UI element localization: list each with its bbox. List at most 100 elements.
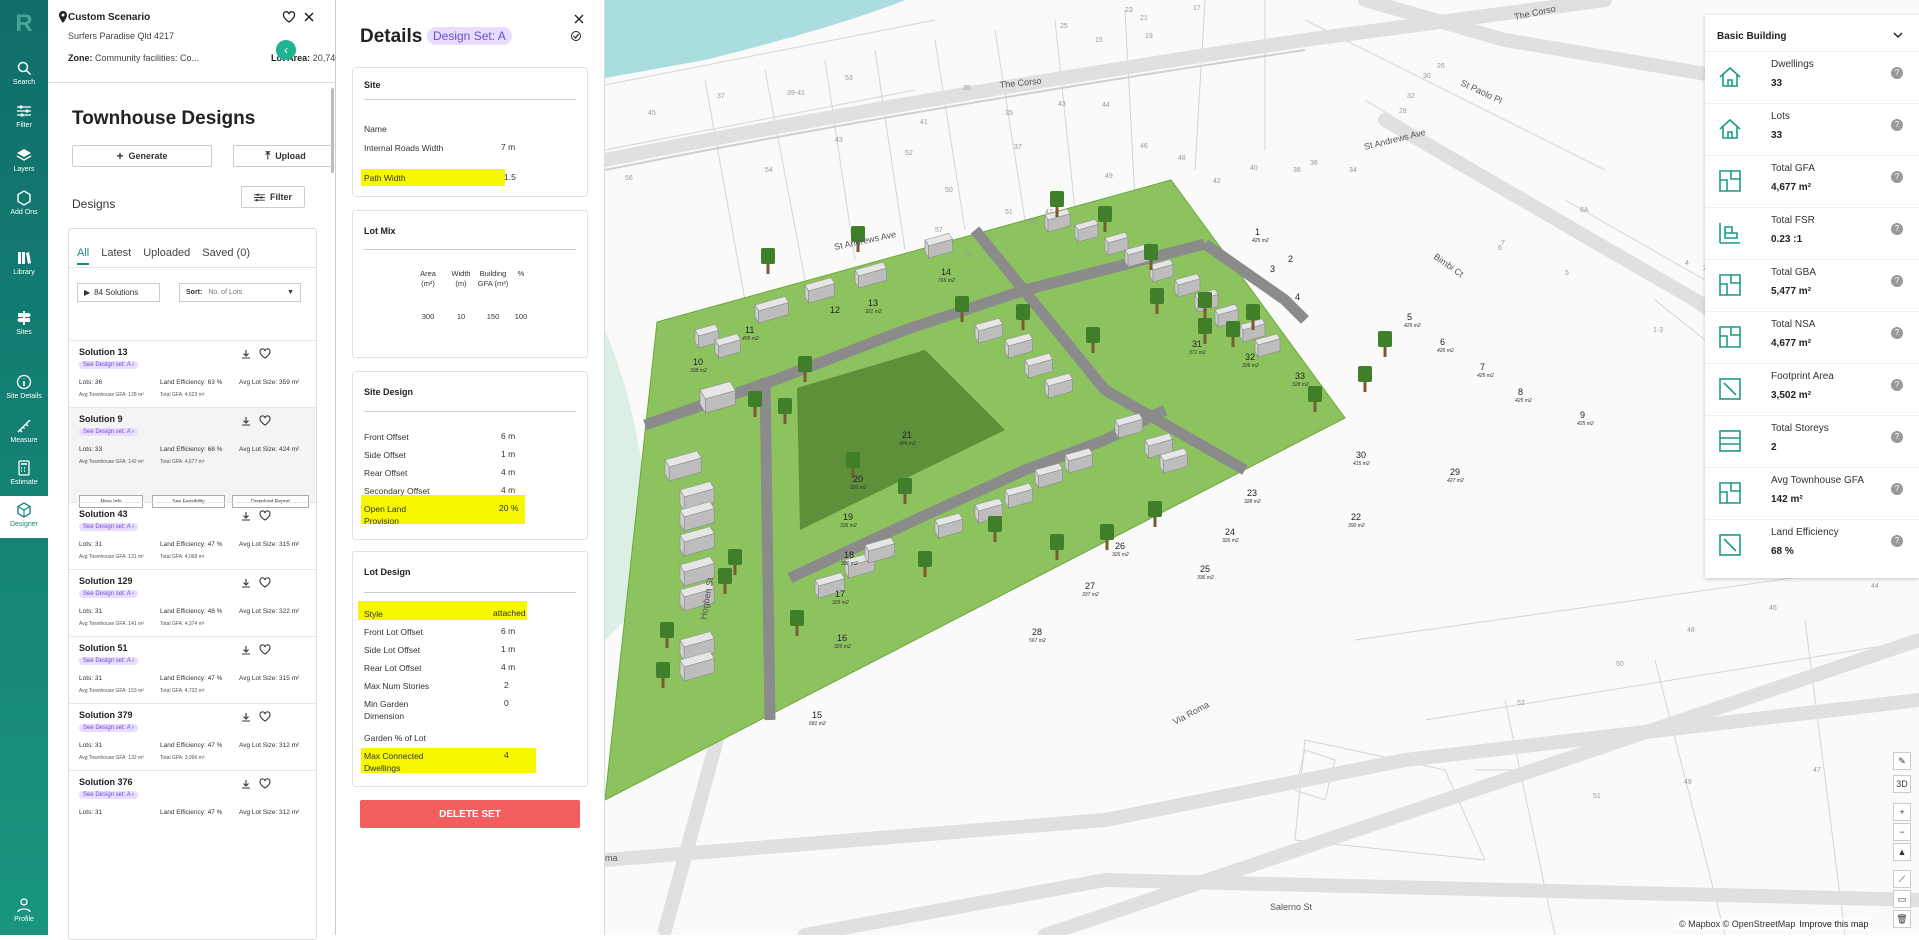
design-set-badge[interactable]: See Design set: A ›: [79, 523, 139, 531]
download-icon[interactable]: [241, 511, 251, 521]
lot-number[interactable]: 15: [812, 710, 822, 720]
lot-number[interactable]: 22: [1351, 512, 1361, 522]
solution-item[interactable]: Solution 9 See Design set: A › Lots: 33 Lan…: [69, 407, 316, 508]
help-icon[interactable]: ?: [1891, 483, 1903, 495]
solution-item[interactable]: Solution 379 See Design set: A › Lots: 31 L…: [69, 703, 316, 770]
lot-number[interactable]: 24: [1225, 527, 1235, 537]
lot-number[interactable]: 14: [941, 267, 951, 277]
generate-button[interactable]: + Generate: [72, 145, 212, 167]
download-icon[interactable]: [241, 416, 251, 426]
nav-designer[interactable]: Designer: [0, 496, 48, 538]
delete-tool-button[interactable]: 🗑: [1893, 910, 1911, 928]
lot-number[interactable]: 10: [693, 357, 703, 367]
lot-number[interactable]: 33: [1295, 371, 1305, 381]
lot-number[interactable]: 28: [1032, 627, 1042, 637]
design-set-badge[interactable]: See Design set: A ›: [79, 361, 139, 369]
favourite-heart-icon[interactable]: [282, 10, 296, 24]
check-circle-icon[interactable]: [570, 30, 582, 42]
draw-button[interactable]: ✎: [1893, 752, 1911, 770]
nav-sites[interactable]: Sites: [0, 310, 48, 350]
lot-number[interactable]: 13: [868, 298, 878, 308]
download-icon[interactable]: [241, 712, 251, 722]
lot-number[interactable]: 25: [1200, 564, 1210, 574]
lot-number[interactable]: 31: [1192, 339, 1202, 349]
tab-all[interactable]: All: [77, 247, 90, 265]
help-icon[interactable]: ?: [1891, 119, 1903, 131]
solution-item[interactable]: Solution 51 See Design set: A › Lots: 31 La…: [69, 636, 316, 703]
heart-icon[interactable]: [259, 415, 271, 426]
download-icon[interactable]: [241, 779, 251, 789]
heart-icon[interactable]: [259, 577, 271, 588]
help-icon[interactable]: ?: [1891, 327, 1903, 339]
lot-number[interactable]: 7: [1480, 362, 1485, 372]
help-icon[interactable]: ?: [1891, 67, 1903, 79]
heart-icon[interactable]: [259, 348, 271, 359]
heart-icon[interactable]: [259, 644, 271, 655]
tab-latest[interactable]: Latest: [101, 247, 131, 265]
close-icon[interactable]: [302, 10, 316, 24]
solution-item[interactable]: Solution 13 See Design set: A › Lots: 36 La…: [69, 340, 316, 407]
lot-number[interactable]: 16: [837, 633, 847, 643]
lot-number[interactable]: 11: [745, 325, 754, 335]
help-icon[interactable]: ?: [1891, 535, 1903, 547]
lot-number[interactable]: 4: [1295, 292, 1300, 302]
nav-profile[interactable]: Profile: [0, 897, 48, 937]
design-set-badge[interactable]: See Design set: A ›: [79, 657, 139, 665]
lot-number[interactable]: 30: [1356, 450, 1366, 460]
polygon-tool-button[interactable]: ▭: [1893, 890, 1911, 908]
nav-site-details[interactable]: Site Details: [0, 374, 48, 414]
tab-saved-0[interactable]: Saved (0): [202, 247, 250, 265]
help-icon[interactable]: ?: [1891, 171, 1903, 183]
sort-select[interactable]: Sort: No. of Lots ▼: [179, 283, 301, 302]
lot-number[interactable]: 12: [830, 305, 840, 315]
heart-icon[interactable]: [259, 778, 271, 789]
zoom-out-button[interactable]: −: [1893, 823, 1911, 841]
lot-number[interactable]: 17: [835, 589, 845, 599]
nav-search[interactable]: Search: [0, 60, 48, 100]
lot-number[interactable]: 1: [1255, 227, 1260, 237]
lot-number[interactable]: 20: [853, 474, 863, 484]
improve-map-link[interactable]: Improve this map: [1799, 919, 1868, 929]
nav-library[interactable]: Library: [0, 250, 48, 290]
3d-toggle[interactable]: 3D: [1893, 775, 1911, 793]
design-set-badge[interactable]: See Design set: A ›: [79, 791, 139, 799]
lot-number[interactable]: 6: [1440, 337, 1445, 347]
lot-number[interactable]: 3: [1270, 264, 1275, 274]
close-icon[interactable]: [574, 14, 584, 24]
zoom-in-button[interactable]: +: [1893, 803, 1911, 821]
help-icon[interactable]: ?: [1891, 431, 1903, 443]
collapse-panel-button[interactable]: ‹: [276, 40, 296, 60]
lot-number[interactable]: 2: [1288, 254, 1293, 264]
lot-number[interactable]: 32: [1245, 352, 1255, 362]
design-set-badge[interactable]: See Design set: A ›: [79, 428, 139, 436]
solution-item[interactable]: Solution 43 See Design set: A › Lots: 31 La…: [69, 502, 316, 569]
compass-button[interactable]: ▲: [1893, 843, 1911, 861]
nav-filter[interactable]: Filter: [0, 103, 48, 143]
tab-uploaded[interactable]: Uploaded: [143, 247, 190, 265]
help-icon[interactable]: ?: [1891, 379, 1903, 391]
chevron-down-icon[interactable]: [1892, 29, 1904, 41]
heart-icon[interactable]: [259, 711, 271, 722]
upload-button[interactable]: ⤒ Upload: [233, 145, 338, 167]
design-set-badge[interactable]: See Design set: A ›: [79, 724, 139, 732]
design-set-badge[interactable]: See Design set: A ›: [79, 590, 139, 598]
delete-set-button[interactable]: DELETE SET: [360, 800, 580, 828]
solution-item[interactable]: Solution 376 See Design set: A › Lots: 31 L…: [69, 770, 316, 837]
download-icon[interactable]: [241, 578, 251, 588]
lot-number[interactable]: 21: [902, 430, 912, 440]
lot-number[interactable]: 9: [1580, 410, 1585, 420]
help-icon[interactable]: ?: [1891, 275, 1903, 287]
download-icon[interactable]: [241, 349, 251, 359]
download-icon[interactable]: [241, 645, 251, 655]
lot-number[interactable]: 8: [1518, 387, 1523, 397]
nav-layers[interactable]: Layers: [0, 147, 48, 187]
solutions-count-button[interactable]: ▶ 84 Solutions: [77, 283, 160, 302]
lot-number[interactable]: 27: [1085, 581, 1095, 591]
heart-icon[interactable]: [259, 510, 271, 521]
nav-estimate[interactable]: Estimate: [0, 460, 48, 500]
help-icon[interactable]: ?: [1891, 223, 1903, 235]
lot-number[interactable]: 19: [843, 512, 853, 522]
lot-number[interactable]: 29: [1450, 467, 1460, 477]
lot-number[interactable]: 18: [844, 550, 854, 560]
filter-button[interactable]: Filter: [241, 186, 305, 208]
